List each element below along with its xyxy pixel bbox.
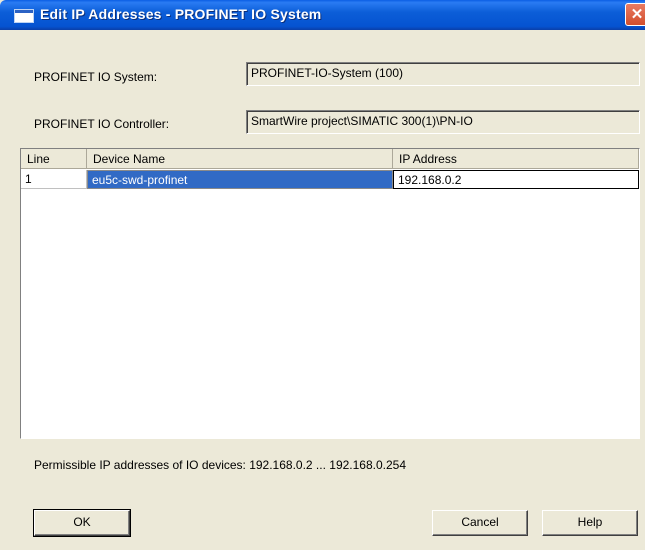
dialog-window: Edit IP Addresses - PROFINET IO System ✕…: [0, 0, 645, 550]
system-field: PROFINET-IO-System (100): [246, 62, 640, 86]
close-button[interactable]: ✕: [625, 3, 645, 26]
table-header: Line Device Name IP Address: [21, 149, 639, 169]
system-label: PROFINET IO System:: [34, 70, 158, 84]
ok-button[interactable]: OK: [33, 509, 131, 537]
column-header-line[interactable]: Line: [21, 149, 87, 169]
title-bar[interactable]: Edit IP Addresses - PROFINET IO System ✕: [0, 0, 645, 30]
help-button[interactable]: Help: [542, 510, 638, 536]
cell-device-name[interactable]: eu5c-swd-profinet: [87, 170, 393, 189]
column-header-ip-address[interactable]: IP Address: [393, 149, 639, 169]
controller-label: PROFINET IO Controller:: [34, 117, 170, 131]
window-title: Edit IP Addresses - PROFINET IO System: [40, 6, 322, 22]
permissible-ip-info: Permissible IP addresses of IO devices: …: [34, 458, 407, 472]
device-table: Line Device Name IP Address 1 eu5c-swd-p…: [20, 148, 640, 439]
cell-line[interactable]: 1: [21, 170, 87, 189]
close-icon: ✕: [630, 6, 644, 23]
controller-field: SmartWire project\SIMATIC 300(1)\PN-IO: [246, 110, 640, 134]
window-icon: [14, 9, 34, 23]
table-row[interactable]: 1 eu5c-swd-profinet 192.168.0.2: [21, 170, 639, 189]
cancel-button[interactable]: Cancel: [432, 510, 528, 536]
cell-ip-address-input[interactable]: 192.168.0.2: [393, 170, 639, 189]
column-header-device-name[interactable]: Device Name: [87, 149, 393, 169]
